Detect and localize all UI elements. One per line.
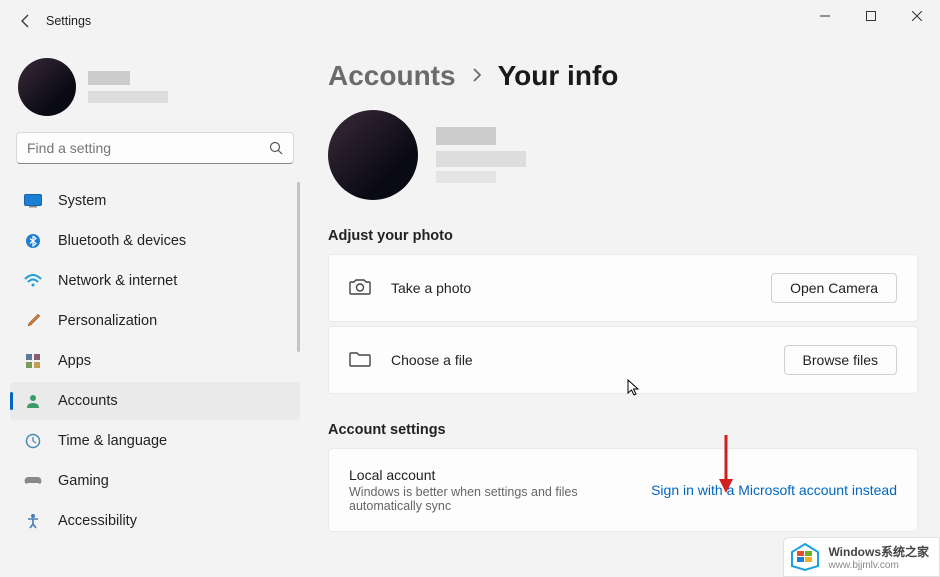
chevron-right-icon (472, 66, 482, 87)
local-account-desc: Windows is better when settings and file… (349, 485, 651, 513)
main-content: Accounts Your info Adjust your photo Tak… (302, 42, 940, 577)
sidebar-item-label: Network & internet (58, 273, 177, 289)
apps-icon (24, 352, 42, 370)
search-box[interactable] (16, 132, 294, 164)
signin-microsoft-link[interactable]: Sign in with a Microsoft account instead (651, 482, 897, 498)
wifi-icon (24, 272, 42, 290)
sidebar-item-accounts[interactable]: Accounts (10, 382, 300, 420)
sidebar-item-label: Accounts (58, 393, 118, 409)
search-input[interactable] (27, 140, 269, 156)
card-local-account: Local account Windows is better when set… (328, 448, 918, 532)
breadcrumb-yourinfo: Your info (498, 60, 619, 92)
sidebar-item-label: Gaming (58, 473, 109, 489)
sidebar-item-personalization[interactable]: Personalization (10, 302, 300, 340)
user-text (88, 71, 168, 103)
folder-icon (349, 349, 371, 371)
section-adjust-photo: Adjust your photo (328, 228, 918, 244)
sidebar-item-gaming[interactable]: Gaming (10, 462, 300, 500)
sidebar-item-label: Bluetooth & devices (58, 233, 186, 249)
local-account-title: Local account (349, 467, 651, 483)
brush-icon (24, 312, 42, 330)
section-account-settings: Account settings (328, 422, 918, 438)
sidebar-item-apps[interactable]: Apps (10, 342, 300, 380)
avatar (18, 58, 76, 116)
close-button[interactable] (894, 0, 940, 32)
card-take-photo: Take a photo Open Camera (328, 254, 918, 322)
close-icon (912, 11, 922, 21)
breadcrumb: Accounts Your info (328, 60, 918, 92)
minimize-icon (820, 11, 830, 21)
browse-files-button[interactable]: Browse files (784, 345, 897, 375)
profile-text (436, 127, 526, 183)
sidebar-item-bluetooth[interactable]: Bluetooth & devices (10, 222, 300, 260)
bluetooth-icon (24, 232, 42, 250)
nav-list: System Bluetooth & devices Network & int… (10, 182, 300, 540)
sidebar-item-label: Personalization (58, 313, 157, 329)
maximize-button[interactable] (848, 0, 894, 32)
system-icon (24, 192, 42, 210)
sidebar-item-label: Accessibility (58, 513, 137, 529)
sidebar-item-accessibility[interactable]: Accessibility (10, 502, 300, 540)
watermark-line1: Windows系统之家 (828, 543, 929, 560)
profile-avatar (328, 110, 418, 200)
breadcrumb-accounts[interactable]: Accounts (328, 60, 456, 92)
search-icon (269, 141, 283, 155)
window-title: Settings (46, 14, 91, 28)
gamepad-icon (24, 472, 42, 490)
clock-globe-icon (24, 432, 42, 450)
person-icon (24, 392, 42, 410)
watermark: Windows系统之家 www.bjjmlv.com (783, 537, 940, 577)
windows-logo-icon (788, 542, 822, 572)
user-block[interactable] (10, 52, 300, 132)
card-choose-file: Choose a file Browse files (328, 326, 918, 394)
window-controls (802, 0, 940, 32)
accessibility-icon (24, 512, 42, 530)
sidebar-item-system[interactable]: System (10, 182, 300, 220)
sidebar-item-time[interactable]: Time & language (10, 422, 300, 460)
card-label: Take a photo (391, 280, 771, 296)
sidebar-item-label: System (58, 193, 106, 209)
card-label: Choose a file (391, 352, 784, 368)
open-camera-button[interactable]: Open Camera (771, 273, 897, 303)
sidebar: System Bluetooth & devices Network & int… (0, 42, 302, 577)
watermark-line2: www.bjjmlv.com (828, 560, 929, 571)
back-button[interactable] (6, 1, 46, 41)
sidebar-item-network[interactable]: Network & internet (10, 262, 300, 300)
minimize-button[interactable] (802, 0, 848, 32)
titlebar: Settings (0, 0, 940, 42)
sidebar-item-label: Apps (58, 353, 91, 369)
arrow-left-icon (18, 13, 34, 29)
profile-row (328, 110, 918, 200)
sidebar-item-label: Time & language (58, 433, 167, 449)
maximize-icon (866, 11, 876, 21)
camera-icon (349, 277, 371, 299)
